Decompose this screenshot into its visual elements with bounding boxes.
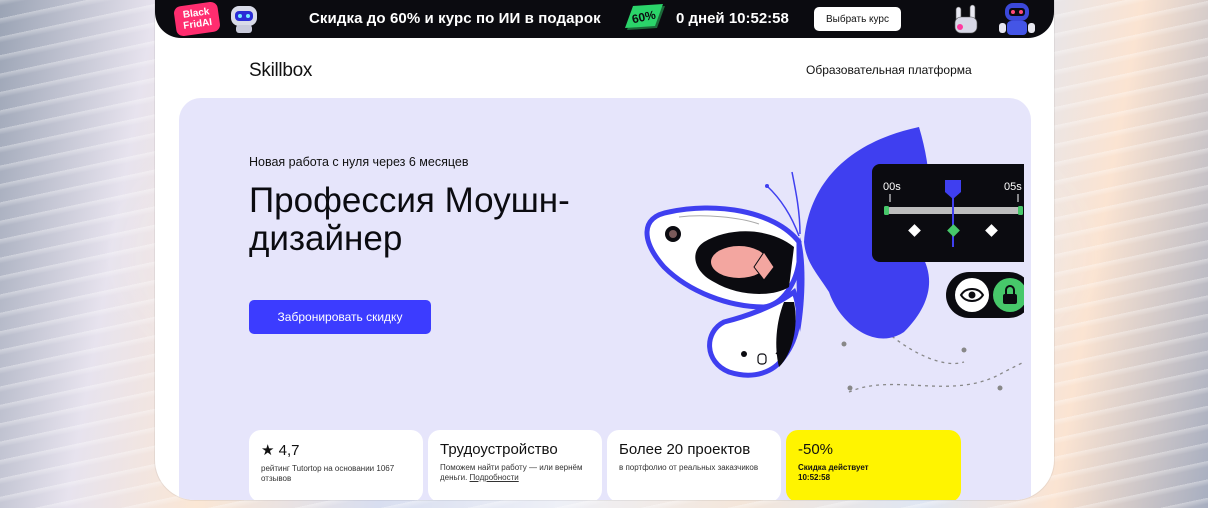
butterfly-illustration: 00s 05s xyxy=(644,127,1024,393)
rating-description: рейтинг Tutortop на основании 1067 отзыв… xyxy=(261,464,395,483)
rock-hand-icon xyxy=(954,4,978,34)
book-discount-button[interactable]: Забронировать скидку xyxy=(249,300,431,334)
projects-description: в портфолио от реальных заказчиков xyxy=(619,463,759,472)
promo-text: Скидка до 60% и курс по ИИ в подарок xyxy=(309,10,601,27)
visibility-lock-toggles xyxy=(946,272,1024,318)
employment-card: Трудоустройство Поможем найти работу — и… xyxy=(428,430,602,500)
rating-card: ★ 4,7 рейтинг Tutortop на основании 1067… xyxy=(249,430,423,500)
timeline-panel: 00s 05s xyxy=(872,164,1024,262)
details-link[interactable]: Подробности xyxy=(470,473,519,482)
discount-value: -50% xyxy=(798,441,834,458)
page-title: Профессия Моушн-дизайнер xyxy=(249,181,570,258)
promo-banner[interactable]: Black FridAI Скидка до 60% и курс по ИИ … xyxy=(155,0,1054,38)
lock-icon xyxy=(1003,294,1017,304)
projects-title: Более 20 проектов xyxy=(619,441,751,458)
timeline-end-label: 05s xyxy=(1004,181,1022,193)
discount-timer: 10:52:58 xyxy=(798,473,831,482)
browser-page: Black FridAI Скидка до 60% и курс по ИИ … xyxy=(155,0,1054,500)
timeline-start-label: 00s xyxy=(883,181,901,193)
employment-description: Поможем найти работу — или вернём деньги… xyxy=(440,463,590,483)
discount-label: Скидка действует xyxy=(798,463,869,472)
choose-course-button[interactable]: Выбрать курс xyxy=(814,7,901,31)
robot-icon xyxy=(231,6,257,33)
percent-badge: 60% xyxy=(625,4,665,30)
projects-card: Более 20 проектов в портфолио от реальны… xyxy=(607,430,781,500)
discount-description: Скидка действует 10:52:58 xyxy=(798,463,949,483)
hero-eyebrow: Новая работа с нуля через 6 месяцев xyxy=(249,155,469,169)
black-friday-badge: Black FridAI xyxy=(173,1,221,37)
skillbox-logo[interactable]: Skillbox xyxy=(249,60,312,82)
education-platform-link[interactable]: Образовательная платформа xyxy=(806,63,972,77)
rating-value: ★ 4,7 xyxy=(261,442,300,459)
robot-mascot-icon xyxy=(999,3,1035,35)
promo-timer: 0 дней 10:52:58 xyxy=(676,10,789,27)
employment-title: Трудоустройство xyxy=(440,441,558,458)
discount-card: -50% Скидка действует 10:52:58 xyxy=(786,430,961,500)
